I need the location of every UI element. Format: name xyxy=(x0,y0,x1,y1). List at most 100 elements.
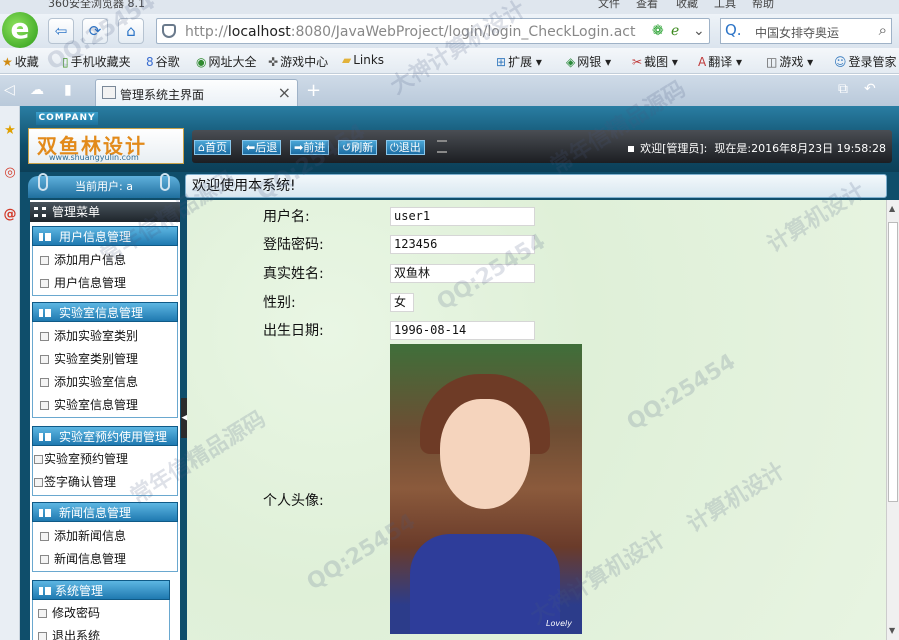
fav-translate[interactable]: A 翻译 ▾ xyxy=(698,53,742,70)
undo-close-icon[interactable]: ↶ xyxy=(864,81,876,97)
company-badge: COMPANY xyxy=(36,112,98,125)
tab-main[interactable]: 管理系统主界面 × xyxy=(95,79,298,106)
fav-game2[interactable]: ◫ 游戏 ▾ xyxy=(766,53,813,70)
search-box[interactable]: Q. 中国女排夺奥运 ⌕ xyxy=(720,18,892,44)
browser-navbar: e ⇦ ⟳ ⌂ http://localhost:8080/JavaWebPro… xyxy=(0,12,899,48)
fav-collect[interactable]: ★ 收藏 xyxy=(2,53,39,70)
page-favicon-icon xyxy=(102,86,116,99)
address-url[interactable]: http://localhost:8080/JavaWebProject/log… xyxy=(185,24,635,40)
address-bar[interactable]: http://localhost:8080/JavaWebProject/log… xyxy=(156,18,710,44)
fav-sites[interactable]: ◉ 网址大全 xyxy=(196,53,257,70)
search-engine-icon[interactable]: Q. xyxy=(725,21,742,39)
cloud-icon[interactable]: ☁ xyxy=(30,82,44,98)
top-nav: ⌂首页 ⬅后退 ➡前进 ↺刷新 ⏻退出 欢迎[管理员]: 现在是:2016年8月… xyxy=(192,130,892,163)
avatar-signature: Lovely xyxy=(546,619,572,628)
fav-games[interactable]: ✜ 游戏中心 xyxy=(268,53,328,70)
fav-mobile[interactable]: ▯ 手机收藏夹 xyxy=(62,53,131,70)
fav-bank[interactable]: ◈ 网银 ▾ xyxy=(566,53,611,70)
welcome-banner: 欢迎使用本系统! xyxy=(185,174,887,198)
nav-home-button[interactable]: ⌂首页 xyxy=(194,140,231,155)
sidebar-section-user[interactable]: 用户信息管理 xyxy=(32,226,178,246)
page-icon xyxy=(40,555,49,564)
scroll-down-icon[interactable]: ▼ xyxy=(889,626,895,635)
sidebar-item-news-manage[interactable]: 新闻信息管理 xyxy=(40,550,126,567)
sidebar-item-sign-confirm[interactable]: 签字确认管理 xyxy=(34,473,116,490)
sidebar-item-booking-manage[interactable]: 实验室预约管理 xyxy=(34,450,128,467)
tab-list-icon[interactable]: ⧉ xyxy=(838,81,848,97)
sidebar-item-change-password[interactable]: 修改密码 xyxy=(38,604,100,621)
scroll-up-icon[interactable]: ▲ xyxy=(889,204,895,213)
fav-screenshot[interactable]: ✂ 截图 ▾ xyxy=(632,53,678,70)
folder-icon: ▰ xyxy=(342,53,352,67)
refresh-icon: ↺ xyxy=(342,141,352,154)
sidebar-item-add-user[interactable]: 添加用户信息 xyxy=(40,251,126,268)
app-header: COMPANY 双鱼林设计 www.shuangyulin.com ⌂首页 ⬅后… xyxy=(20,106,899,172)
sidebar-item-add-news[interactable]: 添加新闻信息 xyxy=(40,527,126,544)
sidebar-section-news[interactable]: 新闻信息管理 xyxy=(32,502,178,522)
menu-favorites[interactable]: 收藏 xyxy=(676,0,698,11)
gender-field: 女 xyxy=(390,293,414,312)
section-icon xyxy=(39,587,51,595)
section-icon xyxy=(39,233,51,241)
search-input[interactable]: 中国女排夺奥运 xyxy=(755,24,839,41)
search-icon[interactable]: ⌕ xyxy=(879,21,887,39)
nav-forward-button[interactable]: ➡前进 xyxy=(290,140,330,155)
shield-icon xyxy=(162,24,176,38)
refresh-icon: ⟳ xyxy=(88,22,102,40)
favorites-star-icon[interactable]: ★ xyxy=(1,120,19,142)
menu-tools[interactable]: 工具 xyxy=(714,0,736,11)
sidebar-item-add-lab[interactable]: 添加实验室信息 xyxy=(40,373,138,390)
scrollbar-thumb[interactable] xyxy=(888,222,898,502)
menu-view[interactable]: 查看 xyxy=(636,0,658,11)
tab-bar: ◁ ☁ ▮ 管理系统主界面 × + ⧉ ↶ xyxy=(0,75,899,106)
sidebar-item-lab-manage[interactable]: 实验室信息管理 xyxy=(40,396,138,413)
refresh-button[interactable]: ⟳ xyxy=(82,18,108,44)
back-button[interactable]: ⇦ xyxy=(48,18,74,44)
sidebar-item-lab-type-manage[interactable]: 实验室类别管理 xyxy=(40,350,138,367)
sidebar-toggle-icon[interactable]: ◁ xyxy=(4,82,15,98)
browser-logo-icon[interactable]: e xyxy=(2,12,38,48)
pin-icon xyxy=(160,173,170,191)
birthday-field: 1996-08-14 xyxy=(390,321,535,340)
fav-extensions[interactable]: ⊞ 扩展 ▾ xyxy=(496,53,542,70)
mail-icon[interactable]: @ xyxy=(1,204,19,226)
fav-links[interactable]: ▰ Links xyxy=(342,53,384,67)
menu-help[interactable]: 帮助 xyxy=(752,0,774,11)
gender-label: 性别: xyxy=(263,295,296,311)
nav-back-button[interactable]: ⬅后退 xyxy=(242,140,282,155)
nav-refresh-button[interactable]: ↺刷新 xyxy=(338,140,378,155)
sidebar-section-lab[interactable]: 实验室信息管理 xyxy=(32,302,178,322)
page-icon xyxy=(40,256,49,265)
browser-title-bar: 360安全浏览器 8.1 文件 查看 收藏 工具 帮助 xyxy=(0,0,899,14)
page-icon xyxy=(38,632,47,640)
ie-mode-icon[interactable]: ℯ xyxy=(671,23,679,39)
nav-exit-button[interactable]: ⏻退出 xyxy=(386,140,425,155)
new-tab-button[interactable]: + xyxy=(306,80,321,101)
dropdown-icon[interactable]: ⌄ xyxy=(693,23,705,39)
username-field: user1 xyxy=(390,207,535,226)
sidebar-section-system[interactable]: 系统管理 xyxy=(32,580,170,600)
sidebar-item-logout[interactable]: 退出系统 xyxy=(38,627,100,640)
weibo-icon[interactable]: ◎ xyxy=(1,162,19,184)
security-check-icon[interactable]: ❁ xyxy=(652,23,664,39)
menu-file[interactable]: 文件 xyxy=(598,0,620,11)
close-tab-icon[interactable]: × xyxy=(278,83,291,102)
home-icon: ⌂ xyxy=(126,22,136,40)
page-icon xyxy=(34,455,43,464)
page-icon[interactable]: ▮ xyxy=(64,82,72,98)
main-content: 用户名: user1 登陆密码: 123456 真实姓名: 双鱼林 性别: 女 … xyxy=(187,200,899,640)
home-button[interactable]: ⌂ xyxy=(118,18,144,44)
sidebar-section-booking[interactable]: 实验室预约使用管理 xyxy=(32,426,178,446)
star-icon: ★ xyxy=(2,55,13,69)
phone-icon: ▯ xyxy=(62,55,69,69)
gamepad-icon: ✜ xyxy=(268,55,279,69)
sidebar-item-user-manage[interactable]: 用户信息管理 xyxy=(40,274,126,291)
page-icon xyxy=(40,332,49,341)
fav-google[interactable]: 8 谷歌 xyxy=(146,53,180,70)
scissors-icon: ✂ xyxy=(632,55,643,69)
menu-title: 管理菜单 xyxy=(30,202,180,222)
logo-url: www.shuangyulin.com xyxy=(49,153,139,162)
fav-login-manager[interactable]: ☺ 登录管家 xyxy=(834,53,897,70)
vertical-scrollbar[interactable]: ▲ ▼ xyxy=(886,200,899,640)
sidebar-item-add-lab-type[interactable]: 添加实验室类别 xyxy=(40,327,138,344)
